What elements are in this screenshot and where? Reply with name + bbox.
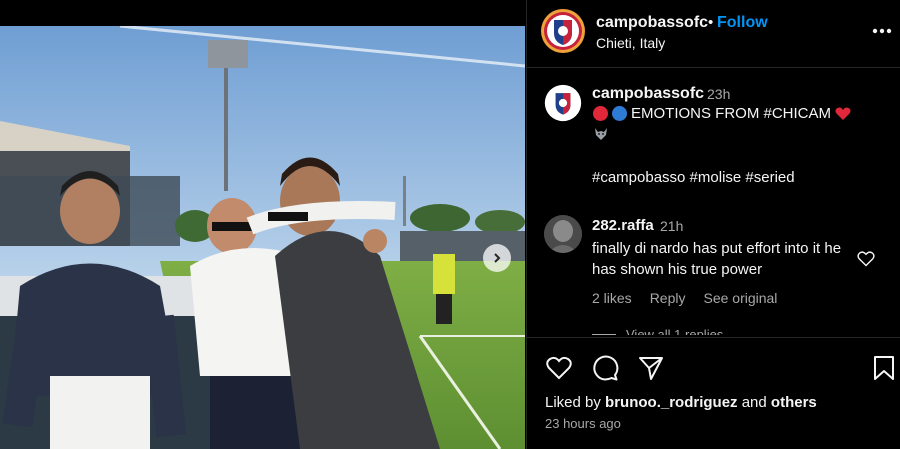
liked-by-others[interactable]: others [771,394,817,411]
divider [592,334,616,335]
bookmark-icon[interactable] [870,354,898,382]
separator-dot: • [708,14,714,31]
heart-icon[interactable] [545,354,573,382]
comments-section: campobassofc 23h EMOTIONS FROM #CHICAM #… [527,69,900,335]
commenter-avatar-image [544,215,582,253]
comment-username[interactable]: 282.raffa [592,217,654,234]
reply-button[interactable]: Reply [650,290,686,306]
heart-icon[interactable] [857,251,875,267]
next-photo-button[interactable] [483,244,511,272]
red-circle-icon [593,106,608,121]
club-logo-icon [544,84,582,122]
follow-button[interactable]: Follow [717,14,768,32]
comment-text: finally di nardo has put effort into it … [592,240,842,278]
caption-text: EMOTIONS FROM #CHICAM [631,105,832,122]
caption-username[interactable]: campobassofc [592,85,704,103]
post-location[interactable]: Chieti, Italy [596,35,665,51]
view-replies-button[interactable]: View all 1 replies [592,327,723,335]
comment-likes-count[interactable]: 2 likes [592,290,632,306]
wolf-emoji-icon [595,128,607,140]
liked-by-summary: Liked by brunoo._rodriguez and others [545,394,817,411]
post-footer: Liked by brunoo._rodriguez and others 23… [527,337,900,449]
chevron-right-icon [494,253,501,263]
post-side-panel: campobassofc • Follow Chieti, Italy camp… [526,0,900,449]
club-logo-icon [541,9,585,53]
avatar[interactable] [544,215,582,253]
avatar[interactable] [540,8,586,54]
view-replies-label: View all 1 replies [626,327,724,335]
liked-by-and: and [741,394,767,411]
post-author-username[interactable]: campobassofc [596,14,708,32]
liked-by-prefix: Liked by [545,394,601,411]
caption-timestamp[interactable]: 23h [707,86,730,102]
comment-timestamp[interactable]: 21h [660,218,683,234]
blue-circle-icon [612,106,627,121]
post-photo-area [0,0,525,449]
caption-hashtags[interactable]: #campobasso #molise #seried [592,169,795,186]
caption-text-line: EMOTIONS FROM #CHICAM [593,105,851,122]
see-original-button[interactable]: See original [703,290,777,306]
heart-emoji-icon [835,107,851,120]
liked-by-user[interactable]: brunoo._rodriguez [605,394,738,411]
avatar[interactable] [544,84,582,122]
post-header: campobassofc • Follow Chieti, Italy [527,0,900,68]
comment-actions: 2 likes Reply See original [592,290,777,306]
send-icon[interactable] [637,354,665,382]
post-image[interactable] [0,26,525,449]
comment-icon[interactable] [591,354,619,382]
more-horizontal-icon[interactable] [871,20,893,42]
post-timestamp[interactable]: 23 hours ago [545,416,621,431]
